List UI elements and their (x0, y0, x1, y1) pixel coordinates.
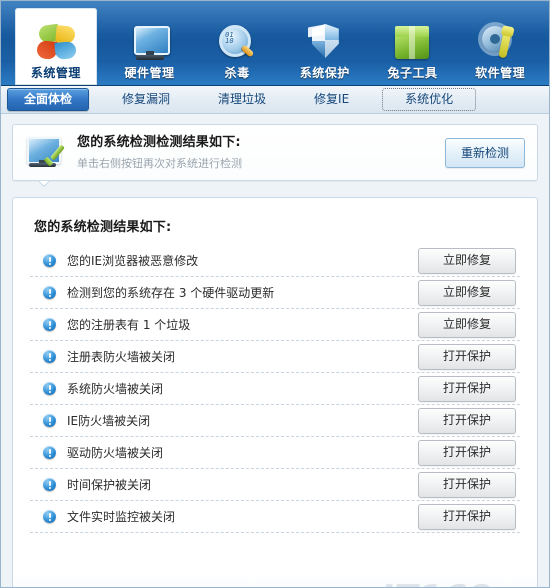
rescan-button[interactable]: 重新检测 (444, 137, 525, 168)
result-row-label: IE防火墙被关闭 (67, 413, 151, 428)
toolbar-item-3[interactable]: 系统保护 (282, 8, 368, 85)
warning-info-icon (43, 446, 56, 459)
result-row: 检测到您的系统存在 3 个硬件驱动更新 立即修复 (30, 277, 520, 309)
toolbar-item-5[interactable]: 软件管理 (457, 8, 543, 85)
result-row-action-button[interactable]: 立即修复 (418, 311, 516, 338)
status-panel-wrapper: 您的系统检测检测结果如下: 单击右侧按钮再次对系统进行检测 重新检测 (12, 124, 538, 181)
result-row: 您的注册表有 1 个垃圾 立即修复 (30, 309, 520, 341)
monitor-icon (127, 22, 173, 64)
toolbar-item-2[interactable]: 01 10 杀毒 (194, 8, 280, 85)
result-row-label: 检测到您的系统存在 3 个硬件驱动更新 (67, 285, 275, 300)
result-row: 注册表防火墙被关闭 打开保护 (30, 341, 520, 373)
shield-icon (302, 22, 348, 64)
result-row-label: 系统防火墙被关闭 (67, 381, 164, 396)
warning-info-icon (43, 414, 56, 427)
result-row-label: 时间保护被关闭 (67, 477, 152, 492)
tab-1[interactable]: 修复漏洞 (107, 88, 185, 111)
result-row: IE防火墙被关闭 打开保护 (30, 405, 520, 437)
toolbar-item-label: 杀毒 (224, 66, 250, 80)
result-row-label: 您的IE浏览器被恶意修改 (67, 253, 199, 268)
result-row: 系统防火墙被关闭 打开保护 (30, 373, 520, 405)
toolbar-item-4[interactable]: 兔子工具 (370, 8, 456, 85)
warning-info-icon (43, 350, 56, 363)
warning-info-icon (43, 318, 56, 331)
toolbar-item-label: 系统管理 (30, 66, 81, 80)
status-title: 您的系统检测检测结果如下: (77, 134, 241, 150)
warning-info-icon (43, 510, 56, 523)
content-area: 您的系统检测检测结果如下: 单击右侧按钮再次对系统进行检测 重新检测 您的系统检… (1, 114, 549, 587)
result-row-action-button[interactable]: 打开保护 (418, 439, 516, 466)
result-row: 时间保护被关闭 打开保护 (30, 469, 520, 501)
result-row: 驱动防火墙被关闭 打开保护 (30, 437, 520, 469)
site-watermark: IT168.com (381, 578, 525, 587)
gear-wrench-icon (477, 22, 523, 64)
tab-strip: 全面体检 修复漏洞 清理垃圾 修复IE 系统优化 (1, 86, 549, 114)
toolbar-item-label: 系统保护 (299, 66, 350, 80)
warning-info-icon (43, 286, 56, 299)
result-row-action-button[interactable]: 立即修复 (418, 279, 516, 306)
application-window: 系统管理 硬件管理 01 10 杀毒 系统保护 兔子工具 软件管理 全面体检 修复漏洞 清理垃圾修… (0, 0, 550, 588)
result-row: 文件实时监控被关闭 打开保护 (30, 501, 520, 533)
toolbar-item-label: 兔子工具 (387, 66, 438, 80)
result-row-label: 文件实时监控被关闭 (67, 509, 176, 524)
toolbar-item-label: 硬件管理 (124, 66, 175, 80)
main-toolbar: 系统管理 硬件管理 01 10 杀毒 系统保护 兔子工具 软件管理 (1, 1, 549, 86)
toolbar-item-1[interactable]: 硬件管理 (107, 8, 193, 85)
result-row-action-button[interactable]: 打开保护 (418, 375, 516, 402)
results-list: 您的IE浏览器被恶意修改 立即修复 检测到您的系统存在 3 个硬件驱动更新 立即修复您… (30, 245, 520, 533)
green-box-icon (389, 22, 435, 64)
status-subtitle: 单击右侧按钮再次对系统进行检测 (77, 156, 242, 170)
tab-2[interactable]: 清理垃圾 (203, 88, 281, 111)
result-row: 您的IE浏览器被恶意修改 立即修复 (30, 245, 520, 277)
result-row-label: 注册表防火墙被关闭 (67, 349, 176, 364)
monitor-check-icon (24, 134, 68, 172)
panel-notch (39, 181, 51, 188)
warning-info-icon (43, 478, 56, 491)
warning-info-icon (43, 382, 56, 395)
toolbar-item-0[interactable]: 系统管理 (15, 8, 97, 85)
result-row-action-button[interactable]: 打开保护 (418, 503, 516, 530)
tab-4[interactable]: 系统优化 (382, 88, 477, 111)
results-heading: 您的系统检测结果如下: (34, 220, 172, 235)
result-row-action-button[interactable]: 打开保护 (418, 343, 516, 370)
tab-0[interactable]: 全面体检 (7, 88, 90, 111)
watermark-text: IT168 (381, 578, 493, 587)
tab-3[interactable]: 修复IE (299, 88, 364, 111)
result-row-action-button[interactable]: 打开保护 (418, 471, 516, 498)
result-row-label: 您的注册表有 1 个垃圾 (67, 317, 191, 332)
warning-info-icon (43, 254, 56, 267)
result-row-action-button[interactable]: 立即修复 (418, 247, 516, 274)
result-row-label: 驱动防火墙被关闭 (67, 445, 164, 460)
toolbar-item-label: 软件管理 (475, 66, 526, 80)
pie-chart-icon (33, 22, 79, 64)
results-panel: 您的系统检测结果如下: 您的IE浏览器被恶意修改 立即修复 检测到您的系统存在 3 … (12, 197, 538, 587)
magnifier-icon: 01 10 (214, 22, 260, 64)
status-text-group: 您的系统检测检测结果如下: 单击右侧按钮再次对系统进行检测 (77, 134, 445, 172)
result-row-action-button[interactable]: 打开保护 (418, 407, 516, 434)
status-panel: 您的系统检测检测结果如下: 单击右侧按钮再次对系统进行检测 重新检测 (12, 124, 538, 181)
